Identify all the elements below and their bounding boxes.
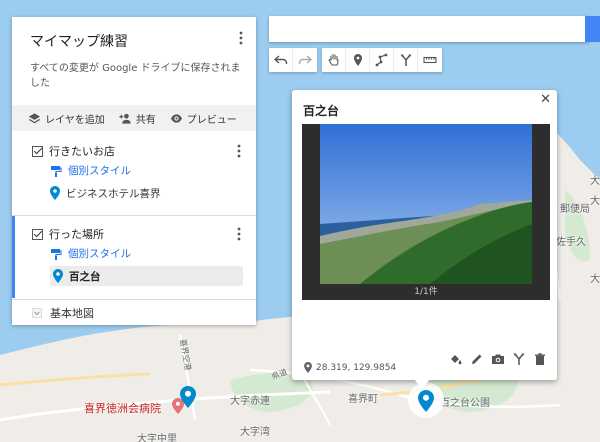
- directions-icon[interactable]: [512, 352, 526, 366]
- redo-button[interactable]: [293, 48, 317, 72]
- info-toolbar: [449, 352, 547, 366]
- measure-button[interactable]: [418, 48, 442, 72]
- marker-icon: [353, 54, 362, 66]
- layer-style-label: 個別スタイル: [68, 248, 131, 260]
- layer-name[interactable]: 行きたいお店: [49, 143, 115, 159]
- add-layer-label: レイヤを追加: [45, 114, 105, 126]
- layer-divider: [12, 299, 256, 300]
- paint-roller-icon: [51, 248, 62, 260]
- selected-place-marker-icon[interactable]: [418, 390, 434, 412]
- map-label-park[interactable]: 百之台公園: [440, 394, 490, 409]
- coordinates: 28.319, 129.9854: [304, 362, 396, 373]
- layer-header[interactable]: 行った場所: [32, 226, 104, 242]
- layer-want-to-go: 行きたいお店 個別スタイル ビジネスホテル喜界: [12, 131, 256, 213]
- map-label-hospital[interactable]: 喜界徳洲会病院: [84, 400, 161, 416]
- redo-icon: [298, 55, 312, 64]
- map-label-wan: 大字湾: [240, 427, 270, 438]
- search-button[interactable]: [585, 16, 600, 42]
- place-item[interactable]: ビジネスホテル喜界: [50, 183, 161, 203]
- panel-actions-bar: レイヤを追加 共有 プレビュー: [12, 105, 256, 131]
- info-window-pointer: [414, 379, 430, 389]
- layer-style-label: 個別スタイル: [68, 165, 131, 177]
- eye-icon: [170, 113, 182, 123]
- layers-icon: [28, 112, 41, 123]
- photo-viewer[interactable]: 1/1件: [302, 124, 550, 300]
- map-label-east3: 大: [590, 274, 600, 285]
- draw-tools-group: [322, 48, 442, 72]
- place-name: 百之台: [69, 270, 101, 283]
- layer-style-link[interactable]: 個別スタイル: [50, 163, 131, 178]
- layer-name[interactable]: 行った場所: [49, 226, 104, 242]
- draw-line-button[interactable]: [370, 48, 394, 72]
- edit-pencil-icon[interactable]: [470, 352, 484, 366]
- layer-visibility-checkbox[interactable]: [32, 145, 43, 157]
- add-person-icon: [119, 113, 131, 124]
- map-label-post: 郵便局: [560, 204, 590, 215]
- share-label: 共有: [135, 114, 156, 126]
- route-icon: [400, 54, 411, 66]
- place-marker-icon: [50, 186, 60, 200]
- share-button[interactable]: 共有: [119, 111, 156, 126]
- preview-button[interactable]: プレビュー: [170, 111, 237, 126]
- place-item-selected[interactable]: 百之台: [50, 266, 243, 286]
- map-label-town: 喜界町: [348, 394, 378, 405]
- place-photo[interactable]: [320, 124, 532, 284]
- paint-bucket-icon[interactable]: [449, 352, 463, 366]
- layer-more-icon[interactable]: [236, 143, 242, 159]
- search-input[interactable]: [269, 16, 589, 42]
- camera-icon[interactable]: [491, 352, 505, 366]
- preview-label: プレビュー: [186, 114, 237, 126]
- map-layers-panel: マイマップ練習 すべての変更が Google ドライブに保存されました レイヤを…: [12, 17, 256, 325]
- map-label-nakazato: 大字中里: [137, 434, 177, 442]
- hand-icon: [328, 53, 339, 66]
- place-marker-icon: [53, 269, 63, 283]
- undo-redo-group: [269, 48, 317, 72]
- coordinates-text: 28.319, 129.9854: [316, 362, 397, 373]
- add-marker-button[interactable]: [346, 48, 370, 72]
- place-info-window: ✕ 百之台 1/1件 28.319, 129.9854: [292, 90, 557, 389]
- basemap-label: 基本地図: [50, 307, 94, 320]
- layer-header[interactable]: 行きたいお店: [32, 143, 115, 159]
- basemap-section[interactable]: 基本地図: [32, 305, 94, 321]
- panel-more-icon[interactable]: [238, 30, 244, 46]
- ruler-icon: [423, 56, 437, 64]
- layer-more-icon[interactable]: [236, 226, 242, 242]
- map-label-east2: 大: [590, 196, 600, 207]
- directions-button[interactable]: [394, 48, 418, 72]
- polyline-icon: [375, 53, 387, 67]
- delete-icon[interactable]: [533, 352, 547, 366]
- map-label-akaren: 大字赤連: [230, 396, 270, 407]
- layer-style-link[interactable]: 個別スタイル: [50, 246, 131, 261]
- map-toolbar: [269, 48, 447, 72]
- place-name: ビジネスホテル喜界: [66, 187, 161, 200]
- pan-tool-button[interactable]: [322, 48, 346, 72]
- layer-visibility-checkbox[interactable]: [32, 228, 43, 240]
- layer-visited: 行った場所 個別スタイル 百之台: [12, 216, 256, 298]
- undo-icon: [273, 55, 287, 64]
- chevron-down-icon[interactable]: [32, 308, 42, 318]
- photo-counter: 1/1件: [414, 287, 438, 297]
- map-label-sateku: 佐手久: [556, 237, 586, 248]
- location-pin-icon: [304, 362, 312, 373]
- place-title[interactable]: 百之台: [303, 102, 339, 119]
- undo-button[interactable]: [269, 48, 293, 72]
- map-label-east1: 大: [590, 176, 600, 187]
- add-layer-button[interactable]: レイヤを追加: [28, 111, 105, 126]
- save-status-text: すべての変更が Google ドライブに保存されました: [30, 63, 241, 89]
- map-title[interactable]: マイマップ練習: [30, 31, 128, 51]
- hotel-marker-icon[interactable]: [180, 386, 196, 408]
- close-icon[interactable]: ✕: [540, 92, 551, 107]
- paint-roller-icon: [51, 165, 62, 177]
